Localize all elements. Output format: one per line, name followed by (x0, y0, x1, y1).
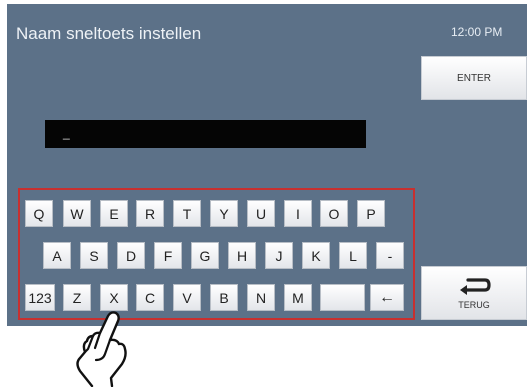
key-label: Q (33, 205, 45, 222)
key-label: H (236, 247, 248, 264)
key-z[interactable]: Z (63, 284, 91, 311)
key-label: Z (72, 289, 82, 306)
key-label: I (296, 205, 300, 222)
key-label: D (125, 247, 137, 264)
name-input[interactable]: _ (45, 120, 366, 148)
key-label: - (387, 247, 393, 264)
key-hyphen[interactable]: - (376, 242, 404, 269)
key-n[interactable]: N (247, 284, 275, 311)
key-i[interactable]: I (284, 200, 312, 227)
pointing-hand-icon (76, 311, 127, 387)
key-label: G (199, 247, 211, 264)
key-y[interactable]: Y (210, 200, 238, 227)
key-k[interactable]: K (302, 242, 330, 269)
key-label: Y (219, 205, 229, 222)
key-p[interactable]: P (357, 200, 385, 227)
back-button-label: TERUG (458, 300, 490, 310)
key-g[interactable]: G (191, 242, 219, 269)
key-label: R (144, 205, 156, 222)
key-s[interactable]: S (80, 242, 108, 269)
key-backspace[interactable]: ← (370, 284, 404, 311)
key-label: B (219, 289, 229, 306)
key-w[interactable]: W (63, 200, 91, 227)
key-d[interactable]: D (117, 242, 145, 269)
key-label: E (109, 205, 119, 222)
key-space[interactable] (320, 284, 365, 311)
screen: Naam sneltoets instellen 12:00 PM ENTER … (7, 4, 527, 326)
key-label: X (109, 289, 119, 306)
key-r[interactable]: R (136, 200, 164, 227)
key-numeric-mode[interactable]: 123 (25, 284, 55, 311)
enter-button-label: ENTER (457, 72, 491, 84)
key-c[interactable]: C (136, 284, 164, 311)
key-q[interactable]: Q (25, 200, 53, 227)
key-label: M (292, 289, 304, 306)
key-o[interactable]: O (320, 200, 348, 227)
key-label: O (328, 205, 340, 222)
enter-button[interactable]: ENTER (421, 56, 527, 100)
key-label: P (366, 205, 376, 222)
input-value: _ (63, 126, 70, 140)
back-button[interactable]: TERUG (421, 266, 527, 320)
key-label: L (349, 247, 357, 264)
key-label: 123 (28, 289, 52, 306)
key-b[interactable]: B (210, 284, 238, 311)
back-arrow-icon (460, 278, 491, 295)
page-title: Naam sneltoets instellen (16, 24, 202, 43)
key-l[interactable]: L (339, 242, 367, 269)
key-label: C (144, 289, 156, 306)
key-label: W (70, 205, 84, 222)
key-u[interactable]: U (247, 200, 275, 227)
key-m[interactable]: M (284, 284, 312, 311)
key-j[interactable]: J (265, 242, 293, 269)
key-a[interactable]: A (43, 242, 71, 269)
key-label: A (52, 247, 62, 264)
key-t[interactable]: T (173, 200, 201, 227)
key-label: V (182, 289, 192, 306)
key-x[interactable]: X (100, 284, 128, 311)
key-label: T (182, 205, 192, 222)
key-e[interactable]: E (100, 200, 128, 227)
key-f[interactable]: F (154, 242, 182, 269)
key-v[interactable]: V (173, 284, 201, 311)
backspace-icon: ← (379, 288, 395, 306)
key-label: N (255, 289, 267, 306)
key-label: J (275, 247, 283, 264)
key-label: K (311, 247, 321, 264)
key-h[interactable]: H (228, 242, 256, 269)
clock: 12:00 PM (451, 25, 503, 39)
key-label: F (163, 247, 173, 264)
key-label: S (89, 247, 99, 264)
key-label: U (255, 205, 267, 222)
